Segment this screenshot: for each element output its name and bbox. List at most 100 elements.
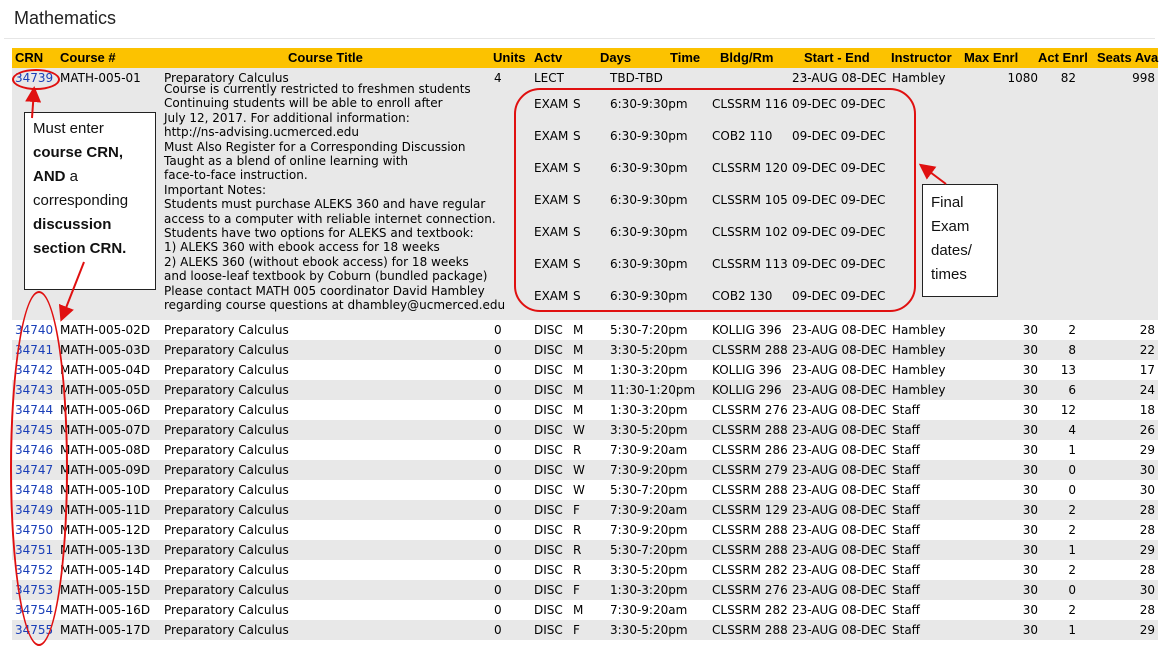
max-enrl: 30 [1022,383,1038,397]
start-end: 23-AUG 08-DEC [792,563,887,577]
room: KOLLIG 296 [712,383,782,397]
days: W [573,463,585,477]
units: 0 [494,483,502,497]
course-title: Preparatory Calculus [164,623,289,637]
units: 0 [494,463,502,477]
course-title: Preparatory Calculus [164,503,289,517]
units: 0 [494,363,502,377]
instructor: Staff [892,583,920,597]
activity: DISC [534,323,563,337]
max-enrl: 30 [1022,323,1038,337]
activity: DISC [534,623,563,637]
col-header-crn: CRN [15,50,44,65]
crn-link[interactable]: 34751 [15,540,53,560]
exam-activity: EXAM [534,129,569,143]
course-number: MATH-005-08D [60,443,151,457]
crn-link[interactable]: 34742 [15,360,53,380]
room: CLSSRM 288 [712,623,788,637]
units: 0 [494,323,502,337]
seats-avail: 30 [1139,483,1155,497]
room: CLSSRM 129 [712,503,788,517]
exam-time: 6:30-9:30pm [610,289,688,303]
seats-avail: 30 [1139,583,1155,597]
crn-callout-line-3a: AND [33,168,66,185]
crn-link[interactable]: 34740 [15,320,53,340]
exam-row: EXAM S 6:30-9:30pm CLSSRM 120 09-DEC 09-DEC [12,158,1158,178]
instructor: Staff [892,423,920,437]
crn-link[interactable]: 34752 [15,560,53,580]
course-number: MATH-005-12D [60,523,151,537]
crn-link-lecture[interactable]: 34739 [15,68,53,88]
course-number: MATH-005-11D [60,503,151,517]
title-divider [4,38,1155,39]
crn-link[interactable]: 34745 [15,420,53,440]
max-enrl: 30 [1022,623,1038,637]
activity: LECT [534,71,564,85]
table-row: 34747 MATH-005-09D Preparatory Calculus 0 DI… [12,460,1158,480]
crn-link[interactable]: 34748 [15,480,53,500]
course-title: Preparatory Calculus [164,483,289,497]
exam-room: CLSSRM 105 [712,193,788,207]
time: 7:30-9:20am [610,503,688,517]
max-enrl: 30 [1022,403,1038,417]
crn-link[interactable]: 34744 [15,400,53,420]
time: 1:30-3:20pm [610,363,688,377]
seats-avail: 18 [1139,403,1155,417]
exam-activity: EXAM [534,193,569,207]
col-header-units: Units [493,50,526,65]
time: 3:30-5:20pm [610,343,688,357]
max-enrl: 30 [1022,603,1038,617]
activity: DISC [534,443,563,457]
course-title: Preparatory Calculus [164,463,289,477]
table-row: 34752 MATH-005-14D Preparatory Calculus 0 DI… [12,560,1158,580]
start-end: 23-AUG 08-DEC [792,363,887,377]
room: KOLLIG 396 [712,323,782,337]
start-end: 23-AUG 08-DEC [792,71,887,85]
seats-avail: 26 [1139,423,1155,437]
crn-link[interactable]: 34750 [15,520,53,540]
instructor: Staff [892,403,920,417]
col-header-act-enrl: Act Enrl [1038,50,1088,65]
exam-time: 6:30-9:30pm [610,257,688,271]
exam-time: 6:30-9:30pm [610,193,688,207]
room: CLSSRM 288 [712,423,788,437]
activity: DISC [534,543,563,557]
days: W [573,423,585,437]
crn-callout: Must enter course CRN, AND a correspondi… [24,112,156,290]
crn-link[interactable]: 34743 [15,380,53,400]
course-title: Preparatory Calculus [164,443,289,457]
course-number: MATH-005-05D [60,383,151,397]
max-enrl: 30 [1022,363,1038,377]
crn-link[interactable]: 34754 [15,600,53,620]
act-enrl: 1 [1068,543,1076,557]
course-title: Preparatory Calculus [164,343,289,357]
discussion-list: 34740 MATH-005-02D Preparatory Calculus 0 DI… [12,320,1158,640]
crn-link[interactable]: 34749 [15,500,53,520]
exam-days: S [573,257,581,271]
room: CLSSRM 288 [712,523,788,537]
act-enrl: 0 [1068,463,1076,477]
act-enrl: 82 [1060,71,1076,85]
table-row: 34740 MATH-005-02D Preparatory Calculus 0 DI… [12,320,1158,340]
act-enrl: 1 [1068,443,1076,457]
exam-activity: EXAM [534,289,569,303]
crn-link[interactable]: 34746 [15,440,53,460]
crn-link[interactable]: 34741 [15,340,53,360]
days: M [573,343,584,357]
col-header-instructor: Instructor [891,50,952,65]
exam-time: 6:30-9:30pm [610,225,688,239]
room: CLSSRM 288 [712,483,788,497]
crn-callout-line-5: discussion [33,216,112,233]
room: CLSSRM 282 [712,563,788,577]
course-number: MATH-005-03D [60,343,151,357]
seats-avail: 28 [1139,563,1155,577]
crn-link[interactable]: 34755 [15,620,53,640]
exam-room: COB2 130 [712,289,773,303]
crn-link[interactable]: 34753 [15,580,53,600]
col-header-time: Time [670,50,701,65]
crn-link[interactable]: 34747 [15,460,53,480]
room: KOLLIG 396 [712,363,782,377]
start-end: 23-AUG 08-DEC [792,423,887,437]
crn-callout-line-6: section CRN. [33,240,127,257]
room: CLSSRM 282 [712,603,788,617]
